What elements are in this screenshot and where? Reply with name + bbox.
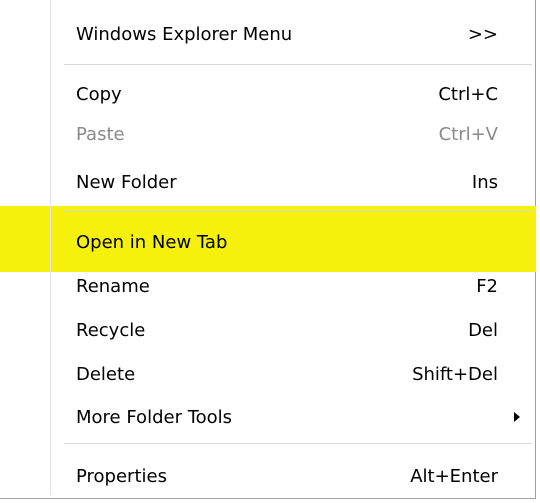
menu-item-shortcut: Alt+Enter [410,465,498,487]
menu-item-shortcut: Ins [471,171,498,193]
menu-item-rename[interactable]: Rename F2 [52,266,532,306]
menu-separator [64,210,532,211]
menu-item-properties[interactable]: Properties Alt+Enter [52,456,532,496]
submenu-arrow-icon [514,412,520,422]
menu-item-copy[interactable]: Copy Ctrl+C [52,74,532,114]
menu-item-windows-explorer-menu[interactable]: Windows Explorer Menu >> [52,14,532,54]
menu-item-shortcut: Del [468,319,498,341]
menu-item-label: More Folder Tools [76,406,233,428]
menu-item-label: Recycle [76,319,146,341]
context-menu: Windows Explorer Menu >> Copy Ctrl+C Pas… [0,0,536,499]
menu-item-more-folder-tools[interactable]: More Folder Tools [52,397,532,437]
menu-item-delete[interactable]: Delete Shift+Del [52,354,532,394]
menu-item-shortcut: Ctrl+V [438,123,498,145]
menu-item-label: Windows Explorer Menu [76,23,293,45]
menu-item-label: Paste [76,123,125,145]
menu-item-label: Copy [76,83,122,105]
menu-separator [64,443,532,444]
expand-shortcut: >> [467,23,498,45]
menu-item-label: New Folder [76,171,177,193]
menu-item-open-in-new-tab[interactable]: Open in New Tab [52,222,532,262]
menu-item-new-folder[interactable]: New Folder Ins [52,162,532,202]
menu-item-shortcut: Ctrl+C [438,83,498,105]
menu-item-label: Rename [76,275,150,297]
menu-item-recycle[interactable]: Recycle Del [52,310,532,350]
menu-separator [64,64,532,65]
icon-gutter-divider [50,0,51,495]
menu-item-shortcut: Shift+Del [412,363,498,385]
menu-item-shortcut: F2 [476,275,498,297]
menu-item-label: Delete [76,363,136,385]
menu-item-label: Properties [76,465,167,487]
menu-item-paste: Paste Ctrl+V [52,114,532,154]
menu-item-label: Open in New Tab [76,231,228,253]
